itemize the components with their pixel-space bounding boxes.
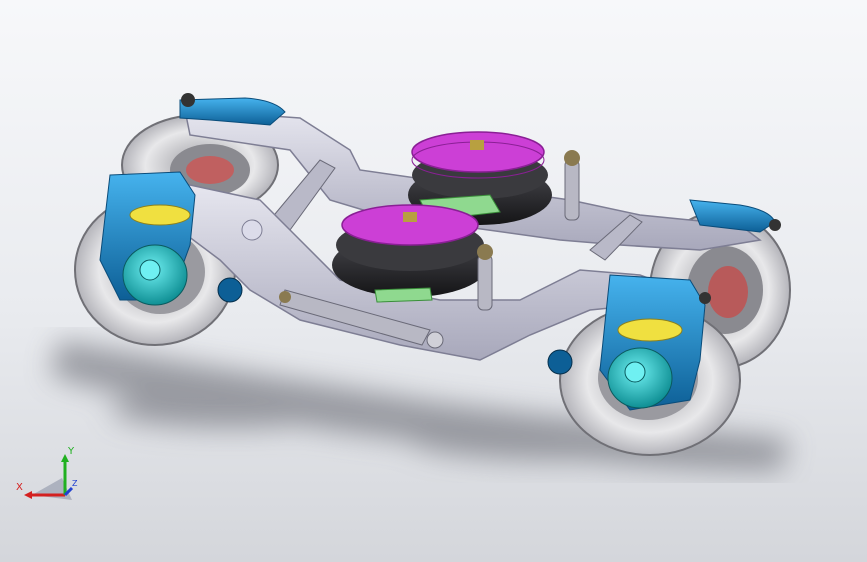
damper-rear[interactable] — [564, 150, 580, 221]
x-arrow-icon — [24, 491, 32, 499]
coordinate-triad: X Y Z — [16, 446, 78, 500]
y-axis-label: Y — [67, 446, 75, 457]
damper-front[interactable] — [477, 244, 493, 311]
z-axis-label: Z — [72, 479, 78, 488]
graphics-viewport[interactable]: X Y Z — [0, 0, 867, 562]
x-axis-label: X — [16, 482, 23, 493]
air-spring-front[interactable] — [332, 204, 488, 303]
bogie-3d-model[interactable] — [0, 0, 867, 562]
